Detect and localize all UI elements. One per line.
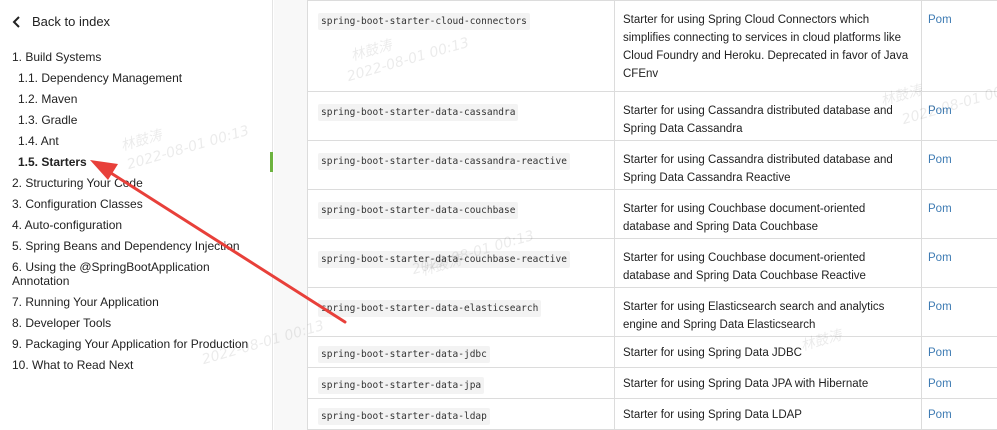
toc-item-spring-beans[interactable]: 5. Spring Beans and Dependency Injection — [12, 239, 272, 253]
toc-item-auto-configuration[interactable]: 4. Auto-configuration — [12, 218, 272, 232]
starters-table: spring-boot-starter-cloud-connectors Sta… — [307, 0, 997, 430]
starter-description: Starter for using Spring Cloud Connector… — [614, 0, 922, 92]
back-to-index-label: Back to index — [32, 14, 111, 29]
starter-description: Starter for using Elasticsearch search a… — [614, 287, 922, 337]
starter-name: spring-boot-starter-data-jpa — [318, 377, 485, 394]
toc-item-gradle[interactable]: 1.3. Gradle — [12, 113, 272, 127]
pom-link[interactable]: Pom — [928, 347, 952, 359]
starter-name: spring-boot-starter-data-couchbase — [318, 202, 519, 219]
toc-active-marker — [270, 152, 273, 172]
table-row: spring-boot-starter-data-elasticsearch S… — [307, 287, 997, 337]
table-row: spring-boot-starter-data-couchbase-react… — [307, 238, 997, 288]
starter-description: Starter for using Couchbase document-ori… — [614, 189, 922, 239]
toc-item-running-your-application[interactable]: 7. Running Your Application — [12, 295, 272, 309]
table-row: spring-boot-starter-data-ldap Starter fo… — [307, 398, 997, 430]
table-row: spring-boot-starter-data-couchbase Start… — [307, 189, 997, 239]
starter-description: Starter for using Couchbase document-ori… — [614, 238, 922, 288]
toc-item-developer-tools[interactable]: 8. Developer Tools — [12, 316, 272, 330]
pom-link[interactable]: Pom — [928, 14, 952, 26]
sidebar-toc: Back to index 1. Build Systems 1.1. Depe… — [0, 0, 273, 430]
pom-link[interactable]: Pom — [928, 105, 952, 117]
starter-name: spring-boot-starter-data-ldap — [318, 408, 490, 425]
pom-link[interactable]: Pom — [928, 378, 952, 390]
starter-name: spring-boot-starter-cloud-connectors — [318, 13, 530, 30]
pom-link[interactable]: Pom — [928, 409, 952, 421]
toc-list: 1. Build Systems 1.1. Dependency Managem… — [12, 50, 272, 379]
table-row: spring-boot-starter-data-jpa Starter for… — [307, 367, 997, 399]
starter-name: spring-boot-starter-data-couchbase-react… — [318, 251, 570, 268]
toc-item-build-systems[interactable]: 1. Build Systems — [12, 50, 272, 64]
starter-description: Starter for using Spring Data JDBC — [614, 336, 922, 368]
pom-link[interactable]: Pom — [928, 203, 952, 215]
starter-description: Starter for using Spring Data LDAP — [614, 398, 922, 430]
starter-description: Starter for using Cassandra distributed … — [614, 140, 922, 190]
table-row: spring-boot-starter-data-cassandra-react… — [307, 140, 997, 190]
starter-description: Starter for using Cassandra distributed … — [614, 91, 922, 141]
toc-item-springbootapplication[interactable]: 6. Using the @SpringBootApplication Anno… — [12, 260, 232, 288]
toc-item-configuration-classes[interactable]: 3. Configuration Classes — [12, 197, 272, 211]
toc-item-maven[interactable]: 1.2. Maven — [12, 92, 272, 106]
pom-link[interactable]: Pom — [928, 301, 952, 313]
starter-description: Starter for using Spring Data JPA with H… — [614, 367, 922, 399]
back-to-index-link[interactable]: Back to index — [10, 14, 110, 29]
toc-item-ant[interactable]: 1.4. Ant — [12, 134, 272, 148]
toc-item-starters[interactable]: 1.5. Starters — [12, 155, 272, 169]
toc-item-dependency-management[interactable]: 1.1. Dependency Management — [12, 71, 272, 85]
toc-item-structuring-your-code[interactable]: 2. Structuring Your Code — [12, 176, 272, 190]
toc-item-what-to-read-next[interactable]: 10. What to Read Next — [12, 358, 272, 372]
chevron-left-icon — [12, 15, 20, 28]
content-gutter — [274, 0, 308, 430]
toc-item-packaging[interactable]: 9. Packaging Your Application for Produc… — [12, 337, 272, 351]
starter-name: spring-boot-starter-data-cassandra-react… — [318, 153, 570, 170]
table-row: spring-boot-starter-cloud-connectors Sta… — [307, 0, 997, 92]
starter-name: spring-boot-starter-data-elasticsearch — [318, 300, 542, 317]
table-row: spring-boot-starter-data-jdbc Starter fo… — [307, 336, 997, 368]
starter-name: spring-boot-starter-data-cassandra — [318, 104, 519, 121]
starter-name: spring-boot-starter-data-jdbc — [318, 346, 490, 363]
table-row: spring-boot-starter-data-cassandra Start… — [307, 91, 997, 141]
pom-link[interactable]: Pom — [928, 252, 952, 264]
pom-link[interactable]: Pom — [928, 154, 952, 166]
